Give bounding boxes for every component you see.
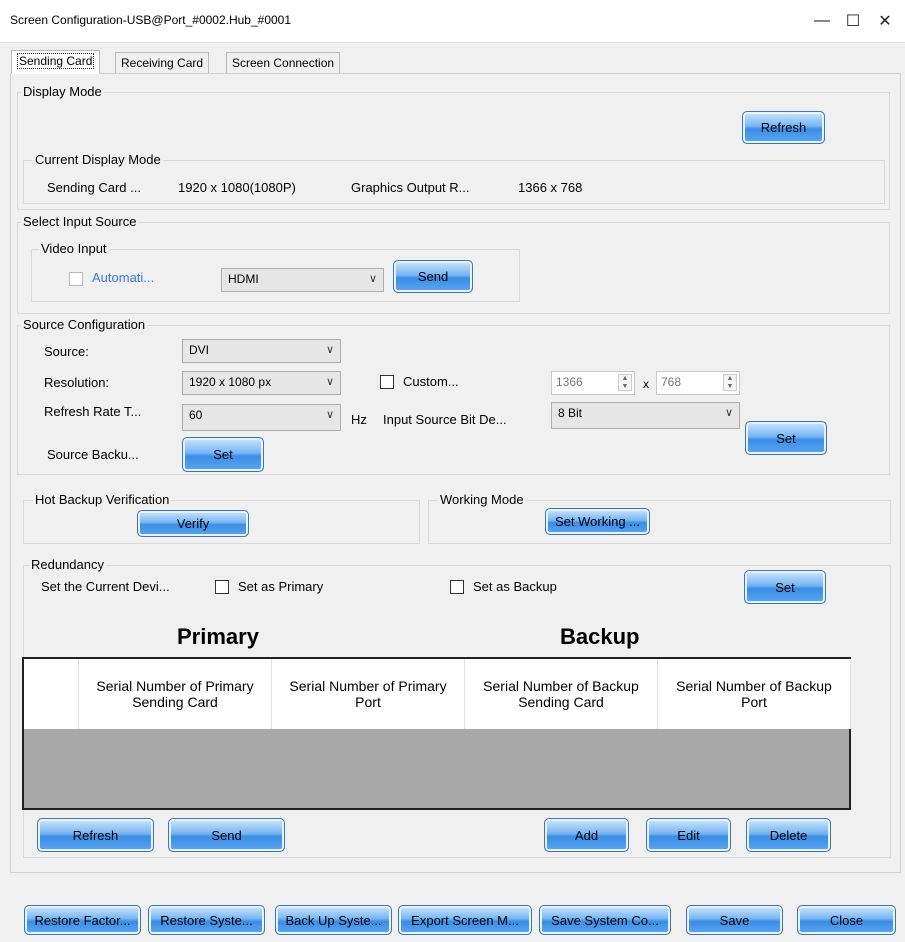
set-as-primary-label: Set as Primary — [238, 579, 324, 594]
hz-label: Hz — [351, 412, 367, 427]
source-config-label: Source Configuration — [21, 317, 148, 332]
title-bar: Screen Configuration-USB@Port_#0002.Hub_… — [0, 0, 905, 42]
custom-label: Custom... — [403, 374, 459, 389]
sending-card-resolution-value: 1920 x 1080(1080P) — [178, 180, 296, 195]
minimize-icon[interactable]: — — [807, 8, 837, 34]
verify-button[interactable]: Verify — [137, 510, 249, 537]
chevron-down-icon: ∨ — [325, 344, 334, 356]
close-button[interactable]: Close — [797, 905, 896, 935]
restore-factory-button[interactable]: Restore Factor... — [24, 905, 141, 935]
video-input-value: HDMI — [228, 272, 259, 286]
redundancy-set-button[interactable]: Set — [744, 570, 826, 604]
video-input-select[interactable]: HDMI ∨ — [221, 268, 384, 292]
bit-depth-select[interactable]: 8 Bit ∨ — [551, 402, 740, 429]
refresh-rate-value: 60 — [189, 408, 203, 422]
video-send-button[interactable]: Send — [393, 260, 473, 293]
set-as-backup-label: Set as Backup — [473, 579, 557, 594]
custom-width-input[interactable]: 1366 ▲ ▼ — [551, 371, 635, 395]
source-config-set-button[interactable]: Set — [745, 421, 827, 455]
refresh-rate-select[interactable]: 60 ∨ — [182, 404, 341, 431]
restore-system-button[interactable]: Restore Syste... — [148, 905, 265, 935]
backup-heading: Backup — [560, 624, 640, 649]
column-header[interactable]: Serial Number of Backup Sending Card — [465, 659, 658, 729]
bit-depth-value: 8 Bit — [558, 406, 583, 420]
tab-sending-card-label: Sending Card — [17, 53, 95, 69]
column-header[interactable]: Serial Number of Primary Port — [272, 659, 465, 729]
table-add-button[interactable]: Add — [544, 818, 629, 852]
save-button[interactable]: Save — [686, 905, 783, 935]
hot-backup-label: Hot Backup Verification — [33, 492, 172, 507]
tab-receiving-card[interactable]: Receiving Card — [115, 52, 210, 74]
set-as-primary-checkbox[interactable] — [215, 580, 229, 594]
window-title: Screen Configuration-USB@Port_#0002.Hub_… — [10, 13, 292, 27]
size-separator: x — [643, 377, 649, 391]
source-value: DVI — [189, 343, 210, 357]
refresh-rate-label: Refresh Rate T... — [44, 404, 142, 419]
custom-checkbox[interactable] — [380, 375, 394, 389]
resolution-select[interactable]: 1920 x 1080 px ∨ — [182, 371, 341, 395]
row-header-column — [24, 659, 79, 729]
spinner-icon[interactable]: ▲ ▼ — [723, 374, 737, 391]
table-delete-button[interactable]: Delete — [746, 818, 831, 852]
automatic-checkbox[interactable] — [69, 272, 83, 286]
primary-heading: Primary — [177, 624, 259, 649]
source-backup-label: Source Backu... — [47, 447, 139, 462]
working-mode-label: Working Mode — [438, 492, 526, 507]
resolution-label: Resolution: — [44, 375, 110, 390]
tab-screen-connection[interactable]: Screen Connection — [226, 52, 341, 74]
tab-sending-card[interactable]: Sending Card — [11, 50, 101, 74]
graphics-output-label: Graphics Output R... — [351, 180, 470, 195]
set-current-device-label: Set the Current Devi... — [41, 579, 170, 594]
display-refresh-button[interactable]: Refresh — [742, 111, 825, 144]
chevron-down-icon: ∨ — [325, 376, 334, 388]
chevron-down-icon: ∨ — [368, 273, 377, 285]
table-edit-button[interactable]: Edit — [646, 818, 731, 852]
source-select[interactable]: DVI ∨ — [182, 339, 341, 363]
video-input-label: Video Input — [39, 241, 109, 256]
spinner-icon[interactable]: ▲ ▼ — [618, 374, 632, 391]
maximize-icon[interactable]: ☐ — [838, 8, 868, 34]
custom-height-value: 768 — [661, 375, 682, 389]
chevron-down-icon: ∨ — [724, 407, 733, 419]
column-header[interactable]: Serial Number of Primary Sending Card — [79, 659, 272, 729]
column-header[interactable]: Serial Number of Backup Port — [658, 659, 851, 729]
source-label: Source: — [44, 344, 89, 359]
close-icon[interactable]: ✕ — [870, 8, 900, 34]
set-working-mode-button[interactable]: Set Working ... — [545, 508, 650, 535]
custom-height-input[interactable]: 768 ▲ ▼ — [656, 371, 740, 395]
save-system-config-button[interactable]: Save System Co... — [539, 905, 671, 935]
graphics-output-value: 1366 x 768 — [518, 180, 583, 195]
source-backup-set-button[interactable]: Set — [182, 437, 264, 472]
back-up-system-button[interactable]: Back Up Syste... — [275, 905, 392, 935]
display-mode-label: Display Mode — [21, 84, 104, 99]
current-display-mode-label: Current Display Mode — [33, 152, 163, 167]
bit-depth-label: Input Source Bit De... — [383, 412, 507, 427]
resolution-value: 1920 x 1080 px — [189, 375, 272, 389]
custom-width-value: 1366 — [556, 375, 583, 389]
chevron-down-icon: ∨ — [325, 409, 334, 421]
export-screen-button[interactable]: Export Screen M... — [398, 905, 532, 935]
redundancy-label: Redundancy — [29, 557, 106, 572]
redundancy-table[interactable]: Serial Number of Primary Sending Card Se… — [22, 657, 851, 810]
set-as-backup-checkbox[interactable] — [450, 580, 464, 594]
sending-card-resolution-label: Sending Card ... — [47, 180, 141, 195]
table-send-button[interactable]: Send — [168, 818, 285, 852]
input-source-label: Select Input Source — [21, 214, 139, 229]
table-refresh-button[interactable]: Refresh — [37, 818, 154, 852]
automatic-label: Automati... — [92, 270, 155, 285]
